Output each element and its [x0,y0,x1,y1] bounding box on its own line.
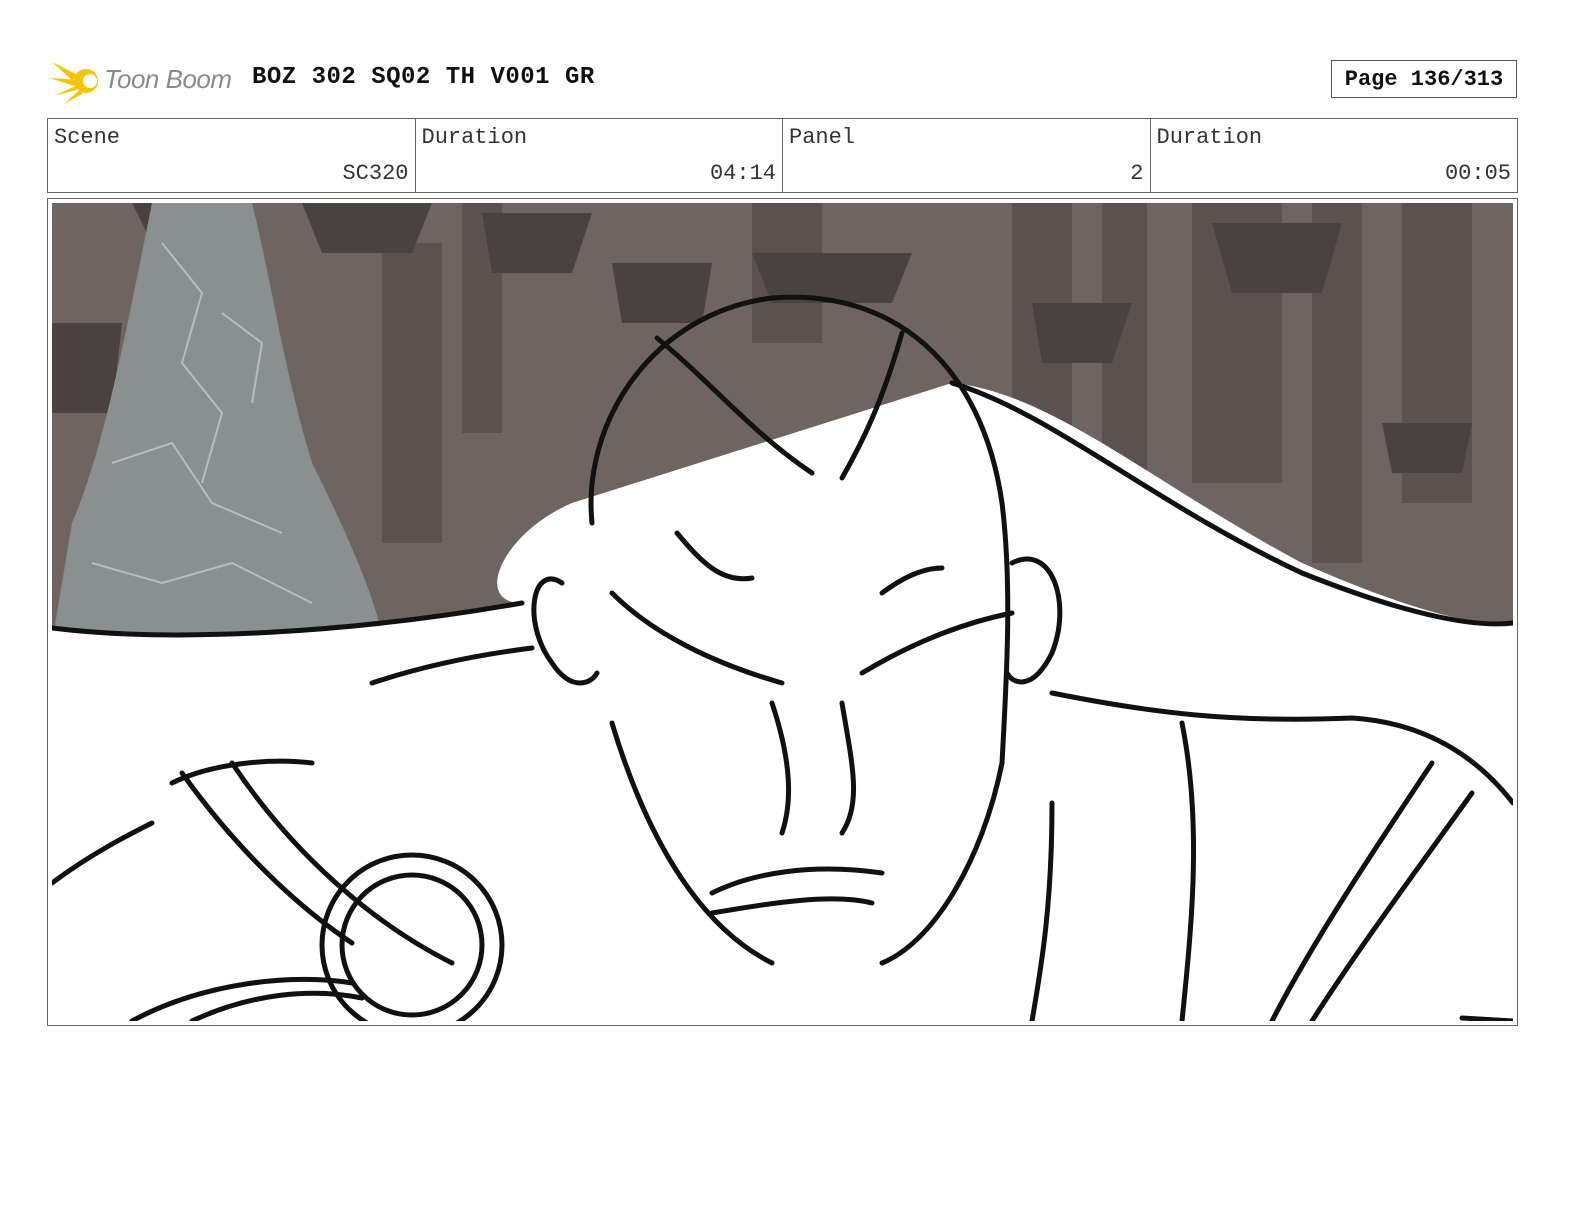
panel-info-table: Scene SC320 Duration 04:14 Panel 2 Durat… [47,118,1518,193]
panel-value: 2 [1130,161,1144,186]
panel-duration-value: 00:05 [1444,161,1511,186]
panel-label: Panel [789,125,856,150]
panel-drawing [52,203,1513,1021]
sun-burst-icon [50,62,98,104]
panel-duration-label: Duration [1156,125,1263,150]
scene-value: SC320 [342,161,409,186]
scene-duration-cell: Duration 04:14 [416,119,783,192]
logo-text: Toon Boom [104,64,232,94]
panel-duration-cell: Duration 00:05 [1151,119,1518,192]
storyboard-panel [47,198,1518,1026]
scene-duration-value: 04:14 [709,161,776,186]
scene-duration-label: Duration [421,125,528,150]
page-indicator: Page 136/313 [1331,60,1517,98]
scene-cell: Scene SC320 [48,119,416,192]
panel-cell: Panel 2 [783,119,1151,192]
document-title: BOZ 302 SQ02 TH V001 GR [252,64,595,91]
scene-label: Scene [54,125,121,150]
character-sketch-illustration [52,203,1513,1021]
